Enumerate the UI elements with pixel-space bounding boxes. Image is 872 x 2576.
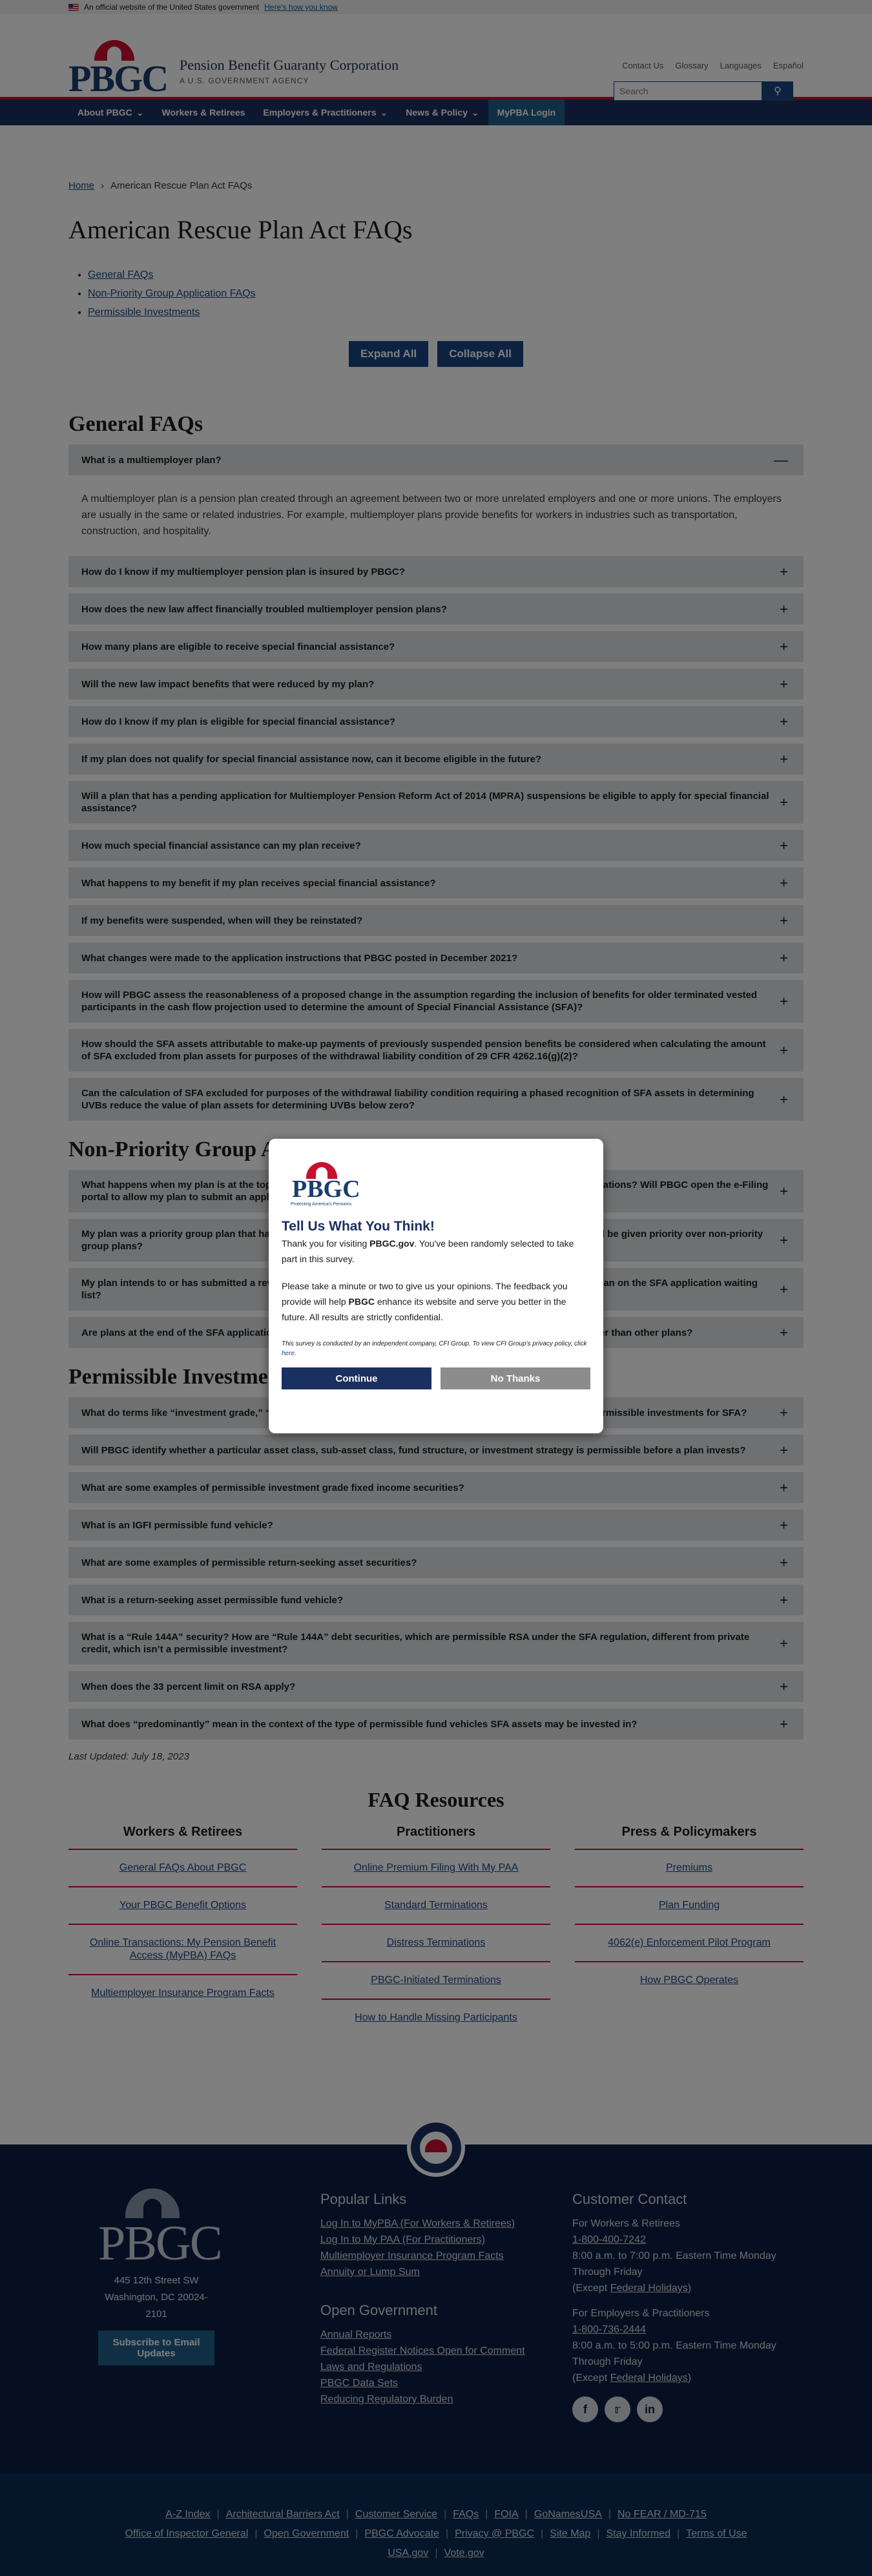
no-thanks-button[interactable]: No Thanks xyxy=(441,1367,590,1389)
survey-intro: Thank you for visiting PBGC.gov. You've … xyxy=(282,1238,574,1264)
continue-button[interactable]: Continue xyxy=(282,1367,431,1389)
survey-fine-print: This survey is conducted by an independe… xyxy=(282,1340,587,1357)
survey-title: Tell Us What You Think! xyxy=(282,1219,435,1234)
survey-modal: PBGC Protecting America's Pensions Tell … xyxy=(269,1139,603,1433)
pbgc-modal-logo-icon: PBGC Protecting America's Pensions xyxy=(288,1158,360,1210)
survey-body: Please take a minute or two to give us y… xyxy=(282,1281,568,1322)
privacy-policy-link[interactable]: here xyxy=(282,1350,295,1357)
